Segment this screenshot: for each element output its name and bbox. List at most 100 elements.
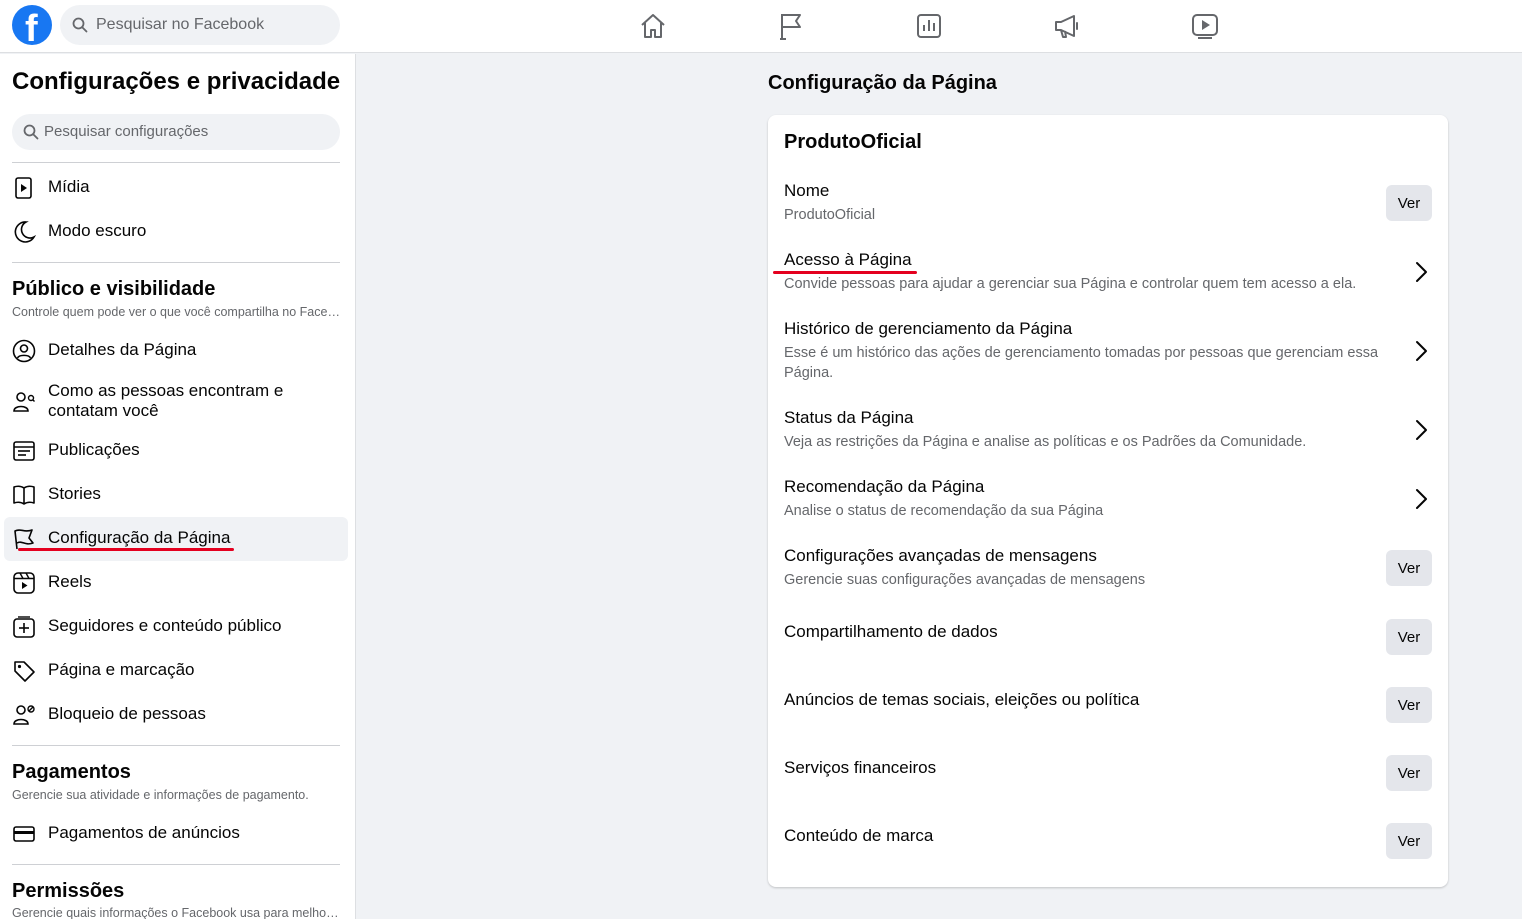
sidebar-item-blocking[interactable]: Bloqueio de pessoas xyxy=(4,693,348,737)
row-description: Convide pessoas para ajudar a gerenciar … xyxy=(784,276,1357,292)
row-title: Recomendação da Página xyxy=(784,477,985,496)
media-icon xyxy=(15,177,32,199)
chevron-right-icon xyxy=(1416,489,1427,509)
sidebar-item-label: Configuração da Página xyxy=(48,528,231,547)
sidebar-item-label: Bloqueio de pessoas xyxy=(48,704,206,723)
video-icon[interactable] xyxy=(1190,11,1220,41)
row-title: Compartilhamento de dados xyxy=(784,622,998,641)
top-navigation-bar: f Pesquisar no Facebook xyxy=(0,0,1522,53)
row-description: Analise o status de recomendação da sua … xyxy=(784,503,1104,519)
settings-search-input[interactable]: Pesquisar configurações xyxy=(12,114,340,150)
chevron-right-icon xyxy=(1416,420,1427,440)
row-title: Conteúdo de marca xyxy=(784,826,934,845)
search-placeholder: Pesquisar no Facebook xyxy=(96,16,265,33)
section-title-public: Público e visibilidade xyxy=(12,278,216,300)
divider xyxy=(12,745,340,746)
chevron-right-icon xyxy=(1416,262,1427,282)
divider xyxy=(12,162,340,163)
sidebar-item-label: Mídia xyxy=(48,177,90,196)
sidebar-item-followers[interactable]: Seguidores e conteúdo público xyxy=(4,605,348,649)
flag-icon[interactable] xyxy=(776,11,806,41)
sidebar-item-ad-payments[interactable]: Pagamentos de anúncios xyxy=(4,812,348,856)
highlight-underline xyxy=(773,271,917,274)
settings-search-placeholder: Pesquisar configurações xyxy=(44,123,209,140)
view-branded-content-button[interactable]: Ver xyxy=(1386,823,1432,859)
section-subtitle-permissions: Gerencie quais informações o Facebook us… xyxy=(12,906,342,919)
row-title: Configurações avançadas de mensagens xyxy=(784,546,1097,565)
settings-row-recommendation[interactable]: Recomendação da Página Analise o status … xyxy=(784,477,1432,521)
settings-row-data-sharing: Compartilhamento de dados Ver xyxy=(784,619,1432,666)
sidebar-item-label: Publicações xyxy=(48,440,140,459)
row-description: ProdutoOficial xyxy=(784,207,876,223)
tag-icon xyxy=(14,661,35,682)
highlight-underline xyxy=(18,548,234,551)
divider xyxy=(12,864,340,865)
section-subtitle-payments: Gerencie sua atividade e informações de … xyxy=(12,788,309,802)
view-advanced-messaging-button[interactable]: Ver xyxy=(1386,550,1432,586)
search-icon xyxy=(72,17,88,33)
sidebar-item-label: Pagamentos de anúncios xyxy=(48,823,240,842)
view-data-sharing-button[interactable]: Ver xyxy=(1386,619,1432,655)
sidebar-item-label: Modo escuro xyxy=(48,221,147,240)
sidebar-item-how-people-find[interactable]: Como as pessoas encontram e contatam voc… xyxy=(4,378,348,422)
sidebar-item-tagging[interactable]: Página e marcação xyxy=(4,649,348,693)
section-title-payments: Pagamentos xyxy=(12,761,131,783)
row-title: Histórico de gerenciamento da Página xyxy=(784,319,1073,338)
settings-row-branded-content: Conteúdo de marca Ver xyxy=(784,823,1432,870)
row-title: Nome xyxy=(784,181,830,200)
sidebar-item-label: Detalhes da Página xyxy=(48,340,197,359)
home-icon[interactable] xyxy=(638,11,668,41)
row-title: Acesso à Página xyxy=(784,250,912,269)
row-description: Gerencie suas configurações avançadas de… xyxy=(784,572,1146,588)
view-name-button[interactable]: Ver xyxy=(1386,185,1432,221)
view-financial-services-button[interactable]: Ver xyxy=(1386,755,1432,791)
row-title: Anúncios de temas sociais, eleições ou p… xyxy=(784,690,1140,709)
sidebar-item-page-details[interactable]: Detalhes da Página xyxy=(4,329,348,373)
page-title: Configuração da Página xyxy=(768,72,997,94)
divider xyxy=(12,262,340,263)
sidebar-item-reels[interactable]: Reels xyxy=(4,561,348,605)
settings-row-advanced-messaging: Configurações avançadas de mensagens Ger… xyxy=(784,546,1432,590)
block-person-icon xyxy=(13,705,35,725)
sidebar-item-label: Como as pessoas encontram e contatam voc… xyxy=(48,381,284,420)
settings-row-name: Nome ProdutoOficial Ver xyxy=(784,181,1432,225)
view-social-issue-ads-button[interactable]: Ver xyxy=(1386,687,1432,723)
moon-icon xyxy=(14,221,36,243)
reels-icon xyxy=(13,572,35,594)
add-box-icon xyxy=(13,616,35,638)
sidebar-item-label: Stories xyxy=(48,484,101,503)
settings-sidebar: Configurações e privacidade Pesquisar co… xyxy=(0,54,356,919)
settings-row-management-history[interactable]: Histórico de gerenciamento da Página Ess… xyxy=(784,319,1432,383)
posts-icon xyxy=(13,441,35,461)
card-title: ProdutoOficial xyxy=(784,131,922,153)
search-icon xyxy=(23,124,39,140)
sidebar-item-label: Página e marcação xyxy=(48,660,195,679)
credit-card-icon xyxy=(13,826,35,842)
logo-letter: f xyxy=(25,8,38,45)
sidebar-item-page-settings[interactable]: Configuração da Página xyxy=(4,517,348,561)
section-subtitle-public: Controle quem pode ver o que você compar… xyxy=(12,305,342,319)
sidebar-title: Configurações e privacidade xyxy=(12,68,341,95)
row-description: Esse é um histórico das ações de gerenci… xyxy=(784,345,1379,381)
settings-row-financial-services: Serviços financeiros Ver xyxy=(784,755,1432,802)
chevron-right-icon xyxy=(1416,341,1427,361)
sidebar-item-dark-mode[interactable]: Modo escuro xyxy=(4,210,348,254)
sidebar-item-stories[interactable]: Stories xyxy=(4,473,348,517)
insights-icon[interactable] xyxy=(914,11,944,41)
row-title: Serviços financeiros xyxy=(784,758,937,777)
page-settings-card: ProdutoOficial Nome ProdutoOficial Ver A… xyxy=(768,115,1448,887)
settings-row-social-issue-ads: Anúncios de temas sociais, eleições ou p… xyxy=(784,687,1432,734)
row-title: Status da Página xyxy=(784,408,914,427)
sidebar-item-posts[interactable]: Publicações xyxy=(4,429,348,473)
facebook-search-box[interactable]: Pesquisar no Facebook xyxy=(60,5,340,45)
row-description: Veja as restrições da Página e analise a… xyxy=(784,434,1307,450)
profile-icon xyxy=(12,339,36,363)
settings-row-page-status[interactable]: Status da Página Veja as restrições da P… xyxy=(784,408,1432,452)
megaphone-icon[interactable] xyxy=(1052,11,1082,41)
sidebar-item-media[interactable]: Mídia xyxy=(4,166,348,210)
book-icon xyxy=(13,485,35,505)
people-search-icon xyxy=(13,392,35,412)
section-title-permissions: Permissões xyxy=(12,880,125,902)
facebook-logo[interactable]: f xyxy=(12,5,52,45)
sidebar-item-label: Seguidores e conteúdo público xyxy=(48,616,282,635)
